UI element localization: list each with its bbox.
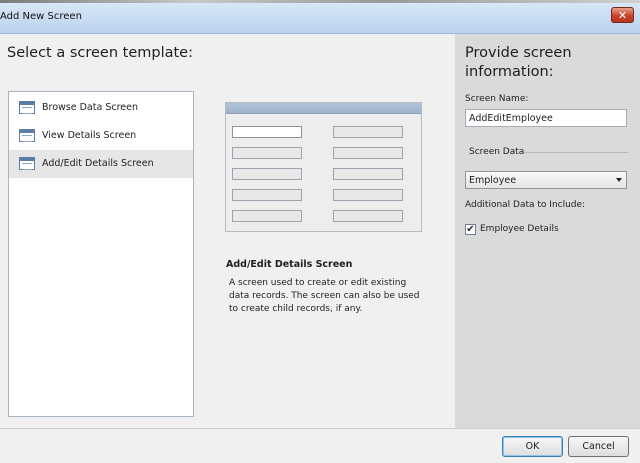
- close-button[interactable]: ✕: [611, 7, 634, 23]
- preview-title-bar: [226, 103, 421, 114]
- screen-name-input[interactable]: AddEditEmployee: [465, 109, 627, 127]
- template-area: Select a screen template: Browse Data Sc…: [0, 34, 455, 428]
- background-window-strip: [0, 0, 640, 3]
- preview-field: [232, 210, 302, 222]
- dialog-footer: OK Cancel: [0, 428, 640, 463]
- preview-field: [232, 147, 302, 159]
- preview-field: [232, 168, 302, 180]
- template-item-browse-data[interactable]: Browse Data Screen: [9, 94, 193, 122]
- template-heading: Select a screen template:: [7, 45, 193, 61]
- ok-button[interactable]: OK: [502, 436, 563, 457]
- preview-field: [333, 168, 403, 180]
- window-title: Add New Screen: [0, 11, 82, 22]
- group-divider: [524, 152, 628, 153]
- checkmark-icon: ✔: [466, 224, 475, 235]
- template-item-add-edit-details[interactable]: Add/Edit Details Screen: [9, 150, 193, 178]
- screen-info-panel: Provide screen information: Screen Name:…: [455, 34, 640, 428]
- template-description-text: A screen used to create or edit existing…: [229, 278, 420, 314]
- title-bar: Add New Screen ✕: [0, 0, 640, 34]
- preview-field: [232, 189, 302, 201]
- screen-info-heading: Provide screen information:: [465, 45, 572, 80]
- grid-icon: [19, 157, 35, 170]
- template-item-view-details[interactable]: View Details Screen: [9, 122, 193, 150]
- screen-data-value: Employee: [469, 175, 517, 186]
- additional-data-label: Additional Data to Include:: [465, 200, 586, 210]
- preview-field: [333, 189, 403, 201]
- grid-icon: [19, 101, 35, 114]
- screen-data-label: Screen Data: [469, 147, 525, 157]
- screen-name-label: Screen Name:: [465, 94, 529, 104]
- template-item-label: View Details Screen: [42, 130, 137, 141]
- dropdown-arrow-icon: [616, 178, 622, 182]
- preview-field: [333, 126, 403, 138]
- template-list[interactable]: Browse Data Screen View Details Screen A…: [8, 91, 194, 417]
- employee-details-label[interactable]: Employee Details: [480, 224, 559, 234]
- preview-field: [333, 147, 403, 159]
- employee-details-checkbox[interactable]: ✔: [465, 224, 476, 235]
- cancel-button[interactable]: Cancel: [568, 436, 629, 457]
- template-description-title: Add/Edit Details Screen: [226, 259, 353, 270]
- template-preview: [225, 102, 422, 232]
- template-item-label: Browse Data Screen: [42, 102, 138, 113]
- grid-icon: [19, 129, 35, 142]
- close-icon: ✕: [617, 9, 628, 22]
- preview-field: [333, 210, 403, 222]
- screen-data-select[interactable]: Employee: [465, 171, 627, 189]
- template-item-label: Add/Edit Details Screen: [42, 158, 154, 169]
- preview-field: [232, 126, 302, 138]
